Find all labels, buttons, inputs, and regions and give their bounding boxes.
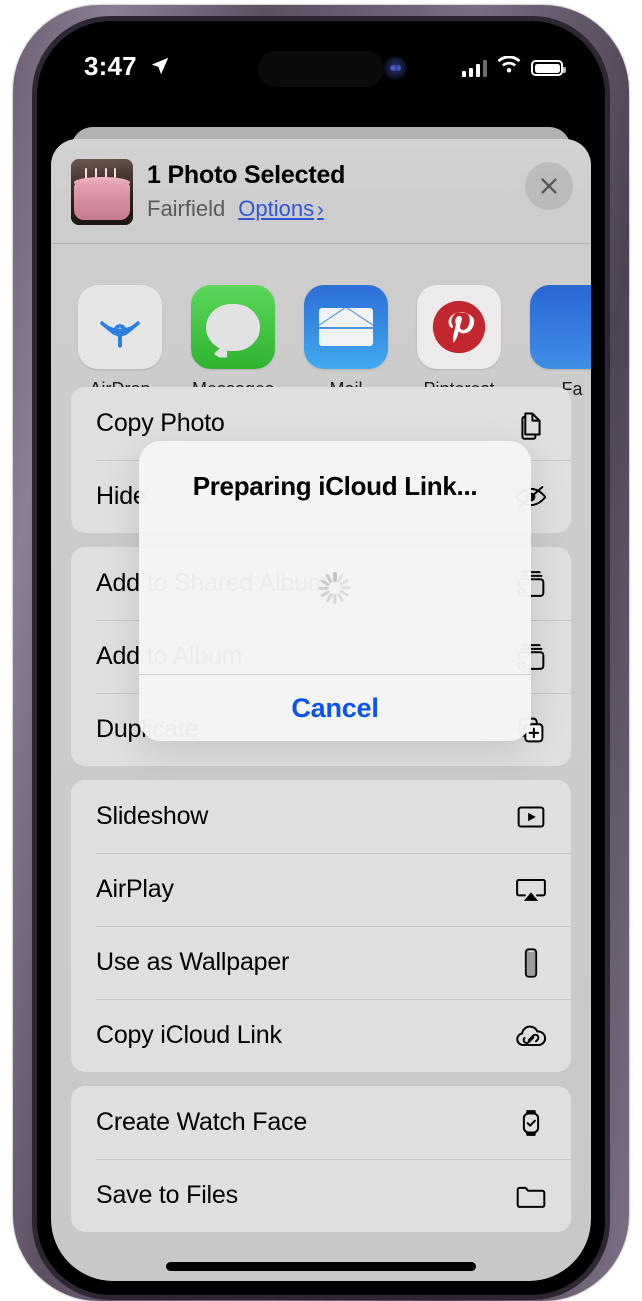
phone-screen: 3:47 1 Photo Selected Fairfield Options …	[51, 35, 591, 1281]
preparing-icloud-link-alert: Preparing iCloud Link... Cancel	[139, 441, 531, 741]
alert-body	[139, 502, 531, 674]
alert-layer: Preparing iCloud Link... Cancel	[51, 35, 591, 1281]
alert-title: Preparing iCloud Link...	[192, 471, 478, 501]
phone-frame: 3:47 1 Photo Selected Fairfield Options …	[13, 5, 629, 1301]
activity-spinner-icon	[318, 571, 352, 605]
screenshot-root: 3:47 1 Photo Selected Fairfield Options …	[0, 0, 642, 1301]
alert-cancel-button[interactable]: Cancel	[139, 675, 531, 741]
